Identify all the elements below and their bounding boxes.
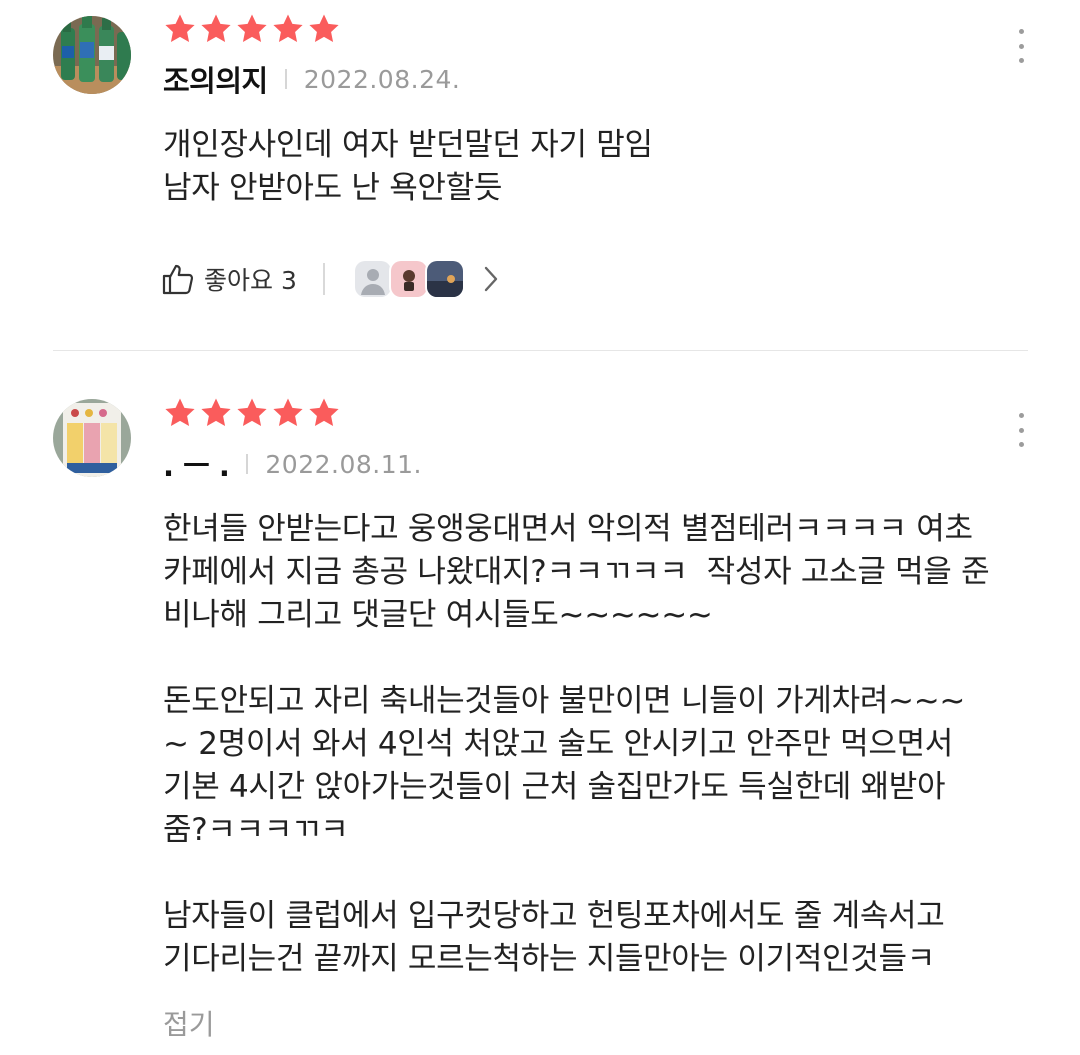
liker-avatar	[388, 259, 429, 299]
more-dot-icon	[1018, 427, 1024, 433]
review-text: 한녀들 안받는다고 웅앵웅대면서 악의적 별점테러ㅋㅋㅋㅋ 여초 카페에서 지금…	[163, 511, 990, 977]
reviewer-nickname[interactable]: . ㅡ .	[163, 443, 230, 485]
star-icon	[165, 398, 195, 427]
soju-bottles-photo-icon	[53, 16, 131, 94]
review-date: 2022.08.11.	[265, 449, 422, 479]
like-count-label: 좋아요 3	[204, 266, 297, 295]
review-card: . ㅡ . 2022.08.11. 한녀들 안받는다고 웅앵웅대면서 악의적 별…	[0, 352, 1080, 1055]
review-divider	[53, 350, 1028, 351]
like-divider	[322, 263, 325, 295]
reviewer-avatar[interactable]	[53, 399, 131, 477]
like-button[interactable]: 좋아요 3	[160, 261, 297, 297]
collapse-button[interactable]: 접기	[163, 1003, 215, 1043]
more-dot-icon	[1018, 58, 1024, 63]
more-options-button[interactable]	[1016, 413, 1026, 447]
star-icon	[237, 14, 267, 43]
star-icon	[273, 398, 303, 427]
snack-package-photo-icon	[53, 399, 131, 477]
more-dot-icon	[1018, 413, 1024, 418]
liker-avatar	[424, 259, 465, 299]
character-avatar-icon	[390, 261, 427, 297]
meta-divider	[284, 69, 287, 89]
star-icon	[237, 398, 267, 427]
review-meta: 조의의지 2022.08.24.	[163, 59, 460, 99]
reviewer-nickname[interactable]: 조의의지	[163, 58, 268, 100]
liker-avatars[interactable]	[352, 259, 465, 299]
more-dot-icon	[1018, 43, 1024, 49]
more-dot-icon	[1018, 29, 1024, 34]
chevron-right-icon[interactable]	[481, 264, 501, 294]
landscape-avatar-icon	[426, 261, 463, 297]
review-date: 2022.08.24.	[303, 64, 461, 94]
thumbs-up-icon	[162, 264, 194, 295]
star-icon	[309, 14, 339, 43]
meta-divider	[246, 454, 249, 474]
reviewer-avatar[interactable]	[53, 16, 131, 94]
review-card: 조의의지 2022.08.24. 개인장사인데 여자 받던말던 자기 맘임 남자…	[0, 0, 1080, 351]
default-user-icon	[354, 261, 391, 297]
review-meta: . ㅡ . 2022.08.11.	[163, 444, 422, 484]
rating-stars	[163, 12, 341, 48]
more-dot-icon	[1018, 442, 1024, 447]
rating-stars	[163, 396, 341, 432]
more-options-button[interactable]	[1016, 29, 1026, 63]
like-row: 좋아요 3	[160, 254, 501, 304]
review-text: 개인장사인데 여자 받던말던 자기 맘임 남자 안받아도 난 욕안할듯	[163, 127, 653, 206]
liker-avatar	[352, 259, 393, 299]
star-icon	[273, 14, 303, 43]
star-icon	[309, 398, 339, 427]
star-icon	[165, 14, 195, 43]
star-icon	[201, 398, 231, 427]
star-icon	[201, 14, 231, 43]
